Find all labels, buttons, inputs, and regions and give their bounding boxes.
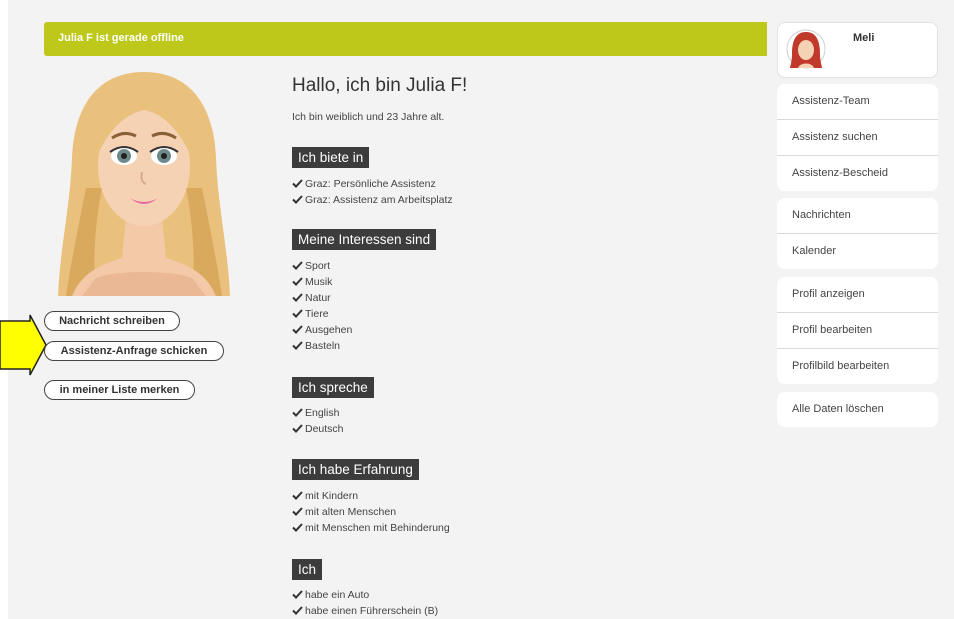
profile-intro: Ich bin weiblich und 23 Jahre alt.: [292, 111, 445, 123]
section-heading: Meine Interessen sind: [292, 229, 437, 250]
profile-avatar: [56, 68, 232, 296]
menu-item-assistance-notice[interactable]: Assistenz-Bescheid: [777, 156, 938, 191]
section-heading: Ich biete in: [292, 147, 370, 168]
section-heading: Ich: [292, 559, 323, 580]
list-item: mit Menschen mit Behinderung: [292, 522, 450, 534]
check-icon: [292, 407, 305, 419]
section-heading: Ich habe Erfahrung: [292, 459, 419, 480]
check-icon: [292, 423, 305, 435]
list-item: Basteln: [292, 340, 340, 352]
menu-item-view-profile[interactable]: Profil anzeigen: [777, 277, 938, 313]
menu-item-edit-profile-picture[interactable]: Profilbild bearbeiten: [777, 349, 938, 384]
check-icon: [292, 589, 305, 601]
check-icon: [292, 178, 305, 190]
list-item: Musik: [292, 276, 332, 288]
list-item: Natur: [292, 292, 331, 304]
check-icon: [292, 260, 305, 272]
check-icon: [292, 340, 305, 352]
check-icon: [292, 308, 305, 320]
pointer-arrow: [0, 305, 48, 385]
list-item: Graz: Assistenz am Arbeitsplatz: [292, 194, 453, 206]
menu-item-edit-profile[interactable]: Profil bearbeiten: [777, 313, 938, 349]
write-message-button[interactable]: Nachricht schreiben: [44, 311, 180, 331]
menu-item-assistance-team[interactable]: Assistenz-Team: [777, 84, 938, 120]
check-icon: [292, 276, 305, 288]
check-icon: [292, 194, 305, 206]
online-status-text: Julia F ist gerade offline: [58, 32, 184, 44]
list-item: habe einen Führerschein (B): [292, 605, 438, 617]
list-item: mit alten Menschen: [292, 506, 396, 518]
profile-greeting: Hallo, ich bin Julia F!: [292, 75, 468, 96]
list-item: mit Kindern: [292, 490, 358, 502]
user-avatar: [786, 28, 826, 70]
list-item: English: [292, 407, 339, 419]
list-item: Sport: [292, 260, 330, 272]
menu-group-communication: Nachrichten Kalender: [777, 198, 938, 269]
list-item: Deutsch: [292, 423, 344, 435]
menu-group-data: Alle Daten löschen: [777, 392, 938, 427]
check-icon: [292, 292, 305, 304]
menu-group-profile: Profil anzeigen Profil bearbeiten Profil…: [777, 277, 938, 384]
send-assistance-request-button[interactable]: Assistenz-Anfrage schicken: [44, 341, 224, 361]
list-item: Tiere: [292, 308, 329, 320]
menu-group-assistance: Assistenz-Team Assistenz suchen Assisten…: [777, 84, 938, 191]
menu-item-calendar[interactable]: Kalender: [777, 234, 938, 269]
user-name: Meli: [853, 32, 875, 44]
section-heading: Ich spreche: [292, 377, 374, 398]
menu-item-messages[interactable]: Nachrichten: [777, 198, 938, 234]
list-item: habe ein Auto: [292, 589, 369, 601]
list-item: Graz: Persönliche Assistenz: [292, 178, 436, 190]
list-item: Ausgehen: [292, 324, 352, 336]
check-icon: [292, 324, 305, 336]
online-status-bar: Julia F ist gerade offline: [44, 22, 767, 56]
check-icon: [292, 522, 305, 534]
menu-item-delete-all-data[interactable]: Alle Daten löschen: [777, 392, 938, 427]
check-icon: [292, 506, 305, 518]
check-icon: [292, 490, 305, 502]
current-user-card[interactable]: Meli: [777, 22, 938, 78]
menu-item-search-assistance[interactable]: Assistenz suchen: [777, 120, 938, 156]
check-icon: [292, 605, 305, 617]
save-to-list-button[interactable]: in meiner Liste merken: [44, 380, 195, 400]
